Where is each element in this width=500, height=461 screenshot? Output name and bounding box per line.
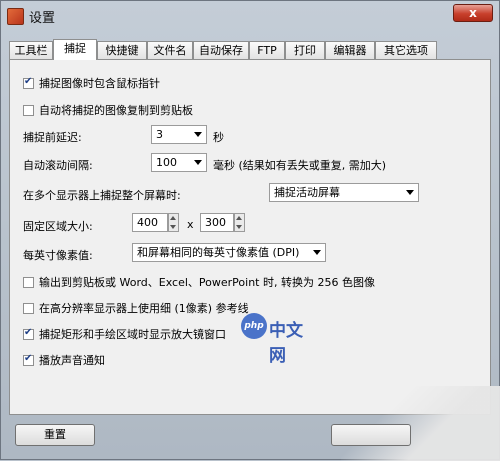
fixed-width-spinner[interactable] xyxy=(168,213,179,232)
dpi-label: 每英寸像素值: xyxy=(23,249,93,262)
fixed-width-input[interactable]: 400 xyxy=(132,213,168,232)
sound-option[interactable]: 播放声音通知 xyxy=(23,352,105,368)
multi-monitor-value: 捕捉活动屏幕 xyxy=(274,186,340,199)
magnifier-option[interactable]: 捕捉矩形和手绘区域时显示放大镜窗口 xyxy=(23,326,226,342)
delay-label: 捕捉前延迟: xyxy=(23,131,82,144)
auto-copy-option[interactable]: 自动将捕捉的图像复制到剪贴板 xyxy=(23,102,193,118)
include-cursor-checkbox[interactable] xyxy=(23,76,34,89)
close-button[interactable]: x xyxy=(453,4,493,22)
delay-unit: 秒 xyxy=(213,131,224,144)
scroll-interval-value: 100 xyxy=(156,156,177,169)
fixed-area-separator: x xyxy=(187,218,194,231)
multi-monitor-select[interactable]: 捕捉活动屏幕 xyxy=(269,183,419,202)
multi-monitor-label: 在多个显示器上捕捉整个屏幕时: xyxy=(23,189,181,202)
chevron-down-icon xyxy=(194,160,202,165)
convert-256-option[interactable]: 输出到剪贴板或 Word、Excel、PowerPoint 时, 转换为 256… xyxy=(23,274,375,290)
dpi-value: 和屏幕相同的每英寸像素值 (DPI) xyxy=(137,246,300,259)
app-icon xyxy=(7,8,24,25)
thin-line-checkbox[interactable] xyxy=(23,303,34,314)
spin-down-icon xyxy=(170,225,176,229)
chevron-down-icon xyxy=(406,190,414,195)
tab-editor[interactable]: 编辑器 xyxy=(325,41,375,59)
delay-select[interactable]: 3 xyxy=(151,125,207,144)
thin-line-option[interactable]: 在高分辨率显示器上使用细 (1像素) 参考线 xyxy=(23,300,249,316)
spin-down-icon xyxy=(236,225,242,229)
tab-autosave[interactable]: 自动保存 xyxy=(193,41,249,59)
spin-up-icon xyxy=(170,216,176,220)
convert-256-checkbox[interactable] xyxy=(23,277,34,288)
scroll-interval-label: 自动滚动间隔: xyxy=(23,159,93,172)
tab-print[interactable]: 打印 xyxy=(285,41,325,59)
tab-hotkeys[interactable]: 快捷键 xyxy=(97,41,147,59)
fixed-area-label: 固定区域大小: xyxy=(23,220,93,233)
magnifier-label: 捕捉矩形和手绘区域时显示放大镜窗口 xyxy=(39,328,226,341)
sound-checkbox[interactable] xyxy=(23,353,34,366)
thin-line-label: 在高分辨率显示器上使用细 (1像素) 参考线 xyxy=(39,302,249,315)
spin-up-icon xyxy=(236,216,242,220)
delay-value: 3 xyxy=(156,128,163,141)
auto-copy-checkbox[interactable] xyxy=(23,105,34,116)
scroll-interval-unit: 毫秒 (结果如有丢失或重复, 需加大) xyxy=(213,159,387,172)
window-title: 设置 xyxy=(29,11,56,26)
watermark-text: 中文网 xyxy=(269,321,303,366)
tab-filename[interactable]: 文件名 xyxy=(147,41,193,59)
chevron-down-icon xyxy=(313,250,321,255)
sound-label: 播放声音通知 xyxy=(39,354,105,367)
dpi-select[interactable]: 和屏幕相同的每英寸像素值 (DPI) xyxy=(132,243,326,262)
include-cursor-label: 捕捉图像时包含鼠标指针 xyxy=(39,77,160,90)
fixed-height-spinner[interactable] xyxy=(234,213,245,232)
include-cursor-option[interactable]: 捕捉图像时包含鼠标指针 xyxy=(23,75,160,91)
ok-button[interactable] xyxy=(331,424,411,446)
fixed-height-input[interactable]: 300 xyxy=(200,213,234,232)
auto-copy-label: 自动将捕捉的图像复制到剪贴板 xyxy=(39,104,193,117)
scroll-interval-select[interactable]: 100 xyxy=(151,153,207,172)
tab-ftp[interactable]: FTP xyxy=(249,41,285,59)
convert-256-label: 输出到剪贴板或 Word、Excel、PowerPoint 时, 转换为 256… xyxy=(39,276,375,289)
php-logo: php xyxy=(241,313,267,339)
magnifier-checkbox[interactable] xyxy=(23,327,34,340)
title-bar[interactable]: 设置 x xyxy=(1,1,499,31)
tab-capture[interactable]: 捕捉 xyxy=(53,39,97,60)
chevron-down-icon xyxy=(194,132,202,137)
tab-toolbar[interactable]: 工具栏 xyxy=(9,41,53,59)
tab-other-options[interactable]: 其它选项 xyxy=(375,41,437,59)
settings-window: 设置 x 工具栏 捕捉 快捷键 文件名 自动保存 FTP 打印 编辑器 其它选项… xyxy=(0,0,500,461)
reset-button[interactable]: 重置 xyxy=(15,424,95,446)
watermark-logo: php 中文网 xyxy=(241,309,319,366)
